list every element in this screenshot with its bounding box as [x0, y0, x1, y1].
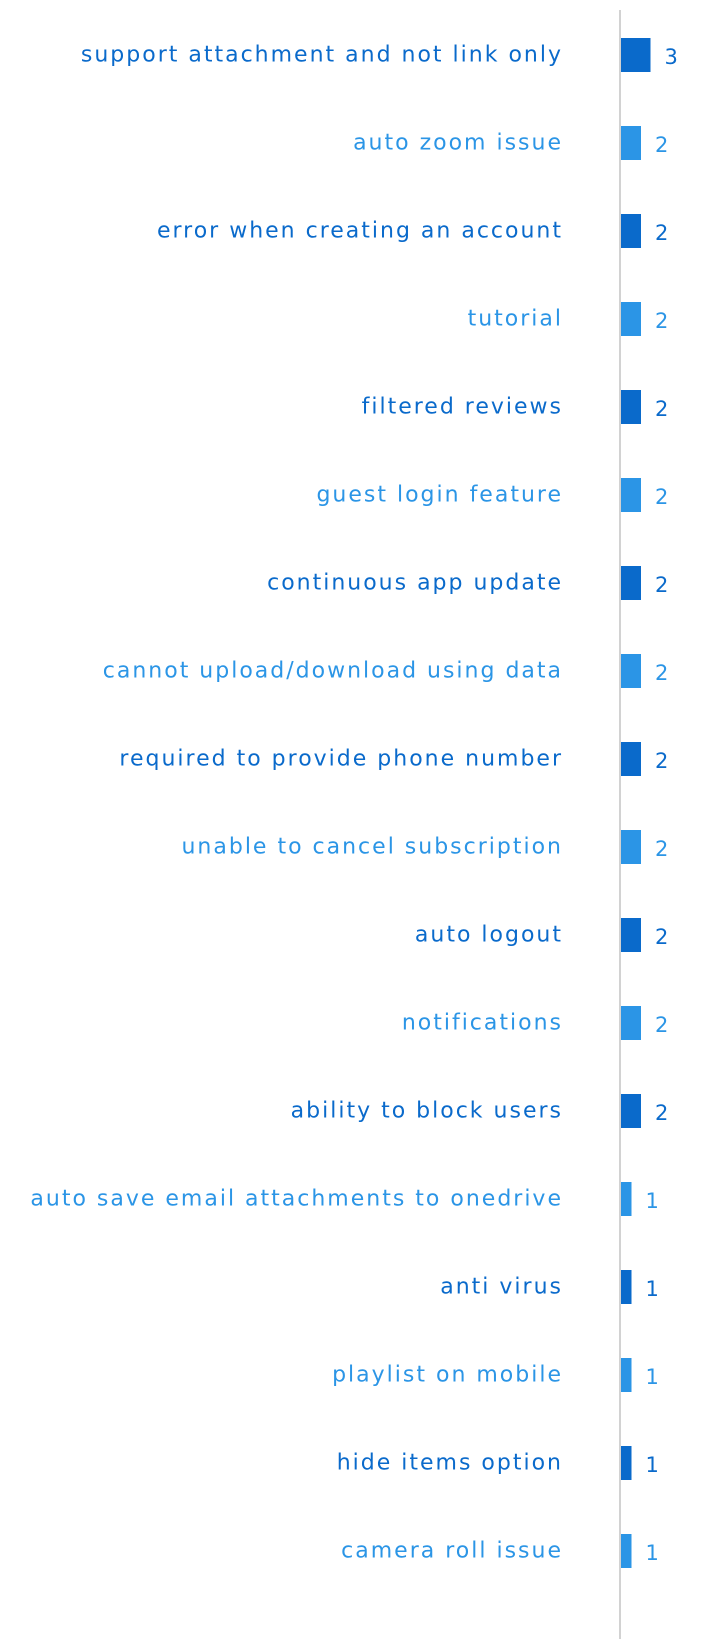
bar	[621, 1446, 632, 1480]
value-label: 2	[655, 309, 668, 333]
category-label: required to provide phone number	[119, 747, 563, 772]
chart-row: unable to cancel subscription 2	[181, 830, 668, 864]
category-label: auto zoom issue	[353, 131, 563, 156]
value-label: 2	[655, 133, 668, 157]
value-label: 2	[655, 221, 668, 245]
chart-row: required to provide phone number 2	[119, 742, 668, 776]
value-label: 2	[655, 661, 668, 685]
bar	[621, 1534, 632, 1568]
category-label: auto save email attachments to onedrive	[30, 1187, 563, 1212]
category-label: hide items option	[337, 1451, 563, 1476]
value-label: 1	[646, 1189, 659, 1213]
category-label: notifications	[402, 1011, 563, 1036]
value-label: 3	[665, 45, 678, 69]
chart-row: anti virus 1	[440, 1270, 659, 1304]
chart-row: tutorial 2	[468, 302, 668, 336]
bar-chart: support attachment and not link only 3 aut…	[30, 10, 678, 1639]
value-label: 2	[655, 397, 668, 421]
chart-row: guest login feature 2	[316, 478, 668, 512]
chart-row: hide items option 1	[337, 1446, 659, 1480]
value-label: 2	[655, 1013, 668, 1037]
category-label: unable to cancel subscription	[181, 835, 563, 860]
category-label: cannot upload/download using data	[103, 659, 563, 684]
bar	[621, 654, 641, 688]
category-label: guest login feature	[316, 483, 563, 508]
value-label: 2	[655, 485, 668, 509]
value-label: 2	[655, 925, 668, 949]
bar	[621, 302, 641, 336]
value-label: 2	[655, 573, 668, 597]
bar	[621, 830, 641, 864]
bar	[621, 1182, 632, 1216]
value-label: 2	[655, 749, 668, 773]
category-label: anti virus	[440, 1275, 563, 1300]
bar	[621, 126, 641, 160]
category-label: camera roll issue	[341, 1539, 563, 1564]
bar	[621, 1006, 641, 1040]
bar	[621, 1094, 641, 1128]
bar	[621, 38, 651, 72]
chart-row: playlist on mobile 1	[332, 1358, 659, 1392]
category-label: playlist on mobile	[332, 1363, 563, 1388]
chart-rows: support attachment and not link only 3 aut…	[30, 38, 678, 1568]
chart-row: auto save email attachments to onedrive 1	[30, 1182, 659, 1216]
value-label: 2	[655, 1101, 668, 1125]
bar	[621, 390, 641, 424]
chart-row: error when creating an account 2	[157, 214, 668, 248]
value-label: 1	[646, 1277, 659, 1301]
chart-row: continuous app update 2	[267, 566, 668, 600]
bar	[621, 478, 641, 512]
chart-row: ability to block users 2	[291, 1094, 668, 1128]
chart-row: cannot upload/download using data 2	[103, 654, 668, 688]
bar	[621, 1270, 632, 1304]
value-label: 1	[646, 1541, 659, 1565]
bar	[621, 214, 641, 248]
chart-row: auto logout 2	[415, 918, 668, 952]
category-label: tutorial	[468, 307, 563, 332]
bar	[621, 1358, 632, 1392]
bar	[621, 918, 641, 952]
value-label: 1	[646, 1453, 659, 1477]
category-label: error when creating an account	[157, 219, 563, 244]
chart-row: notifications 2	[402, 1006, 668, 1040]
chart-row: auto zoom issue 2	[353, 126, 668, 160]
value-label: 1	[646, 1365, 659, 1389]
category-label: continuous app update	[267, 571, 563, 596]
chart-row: filtered reviews 2	[362, 390, 668, 424]
chart-row: support attachment and not link only 3	[81, 38, 678, 72]
category-label: auto logout	[415, 923, 563, 948]
value-label: 2	[655, 837, 668, 861]
category-label: ability to block users	[291, 1099, 563, 1124]
bar	[621, 566, 641, 600]
bar	[621, 742, 641, 776]
category-label: filtered reviews	[362, 395, 563, 420]
chart-row: camera roll issue 1	[341, 1534, 659, 1568]
category-label: support attachment and not link only	[81, 43, 563, 68]
